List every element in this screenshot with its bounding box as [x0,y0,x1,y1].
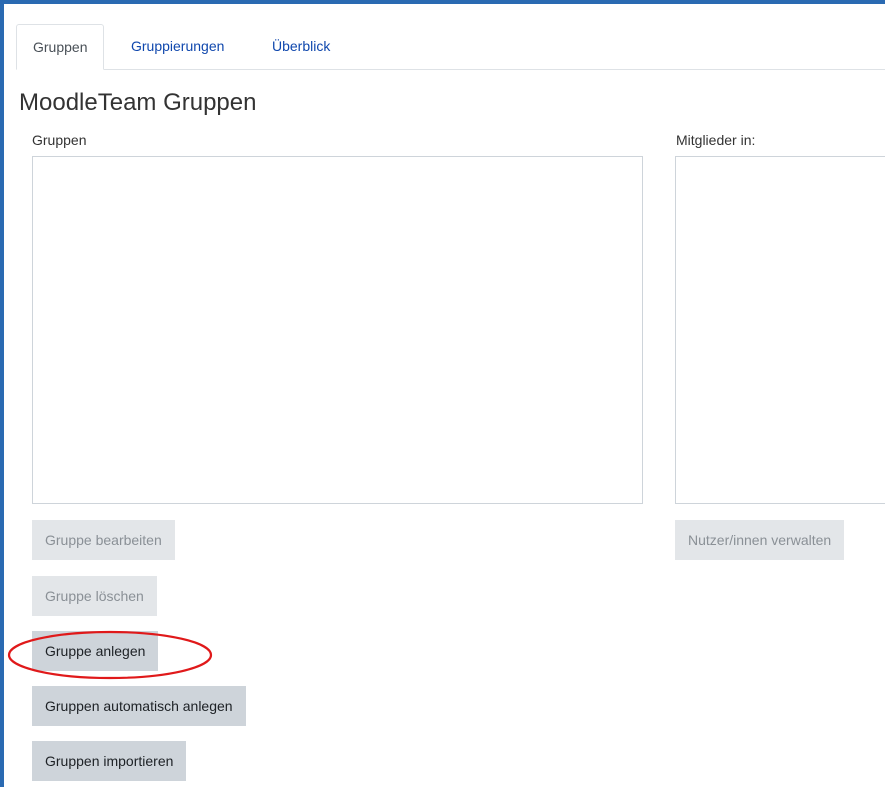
page-title: MoodleTeam Gruppen [19,89,257,116]
edit-group-button[interactable]: Gruppe bearbeiten [32,520,175,560]
create-group-button[interactable]: Gruppe anlegen [32,631,159,671]
members-listbox[interactable] [675,156,885,504]
auto-create-groups-button[interactable]: Gruppen automatisch anlegen [32,686,246,726]
moodle-groups-page: Gruppen Gruppierungen Überblick MoodleTe… [0,0,885,787]
tab-gruppierungen[interactable]: Gruppierungen [131,24,224,68]
tab-ueberblick[interactable]: Überblick [272,24,330,68]
tab-bar: Gruppen Gruppierungen Überblick [16,24,885,70]
manage-users-button[interactable]: Nutzer/innen verwalten [675,520,845,560]
tab-gruppen[interactable]: Gruppen [16,24,105,70]
import-groups-button[interactable]: Gruppen importieren [32,741,187,781]
delete-group-button[interactable]: Gruppe löschen [32,576,157,616]
groups-listbox[interactable] [32,156,643,504]
members-label: Mitglieder in: [676,132,756,148]
groups-label: Gruppen [32,132,87,148]
